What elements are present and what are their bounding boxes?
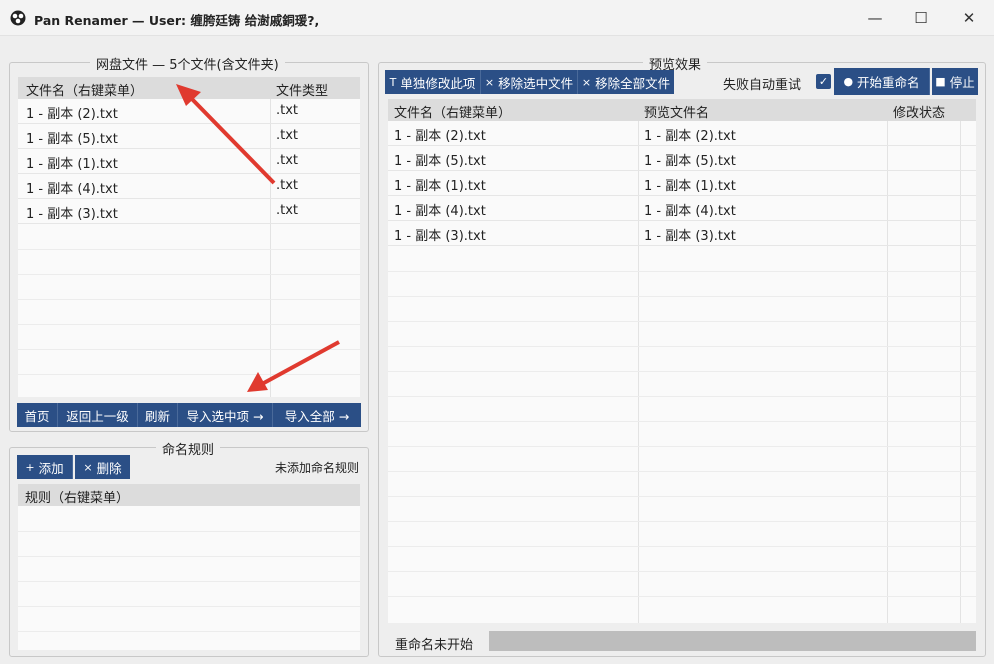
annotation-arrows xyxy=(176,84,340,392)
annotation-arrow-down xyxy=(247,340,340,392)
annotation-arrow-up xyxy=(176,84,276,185)
